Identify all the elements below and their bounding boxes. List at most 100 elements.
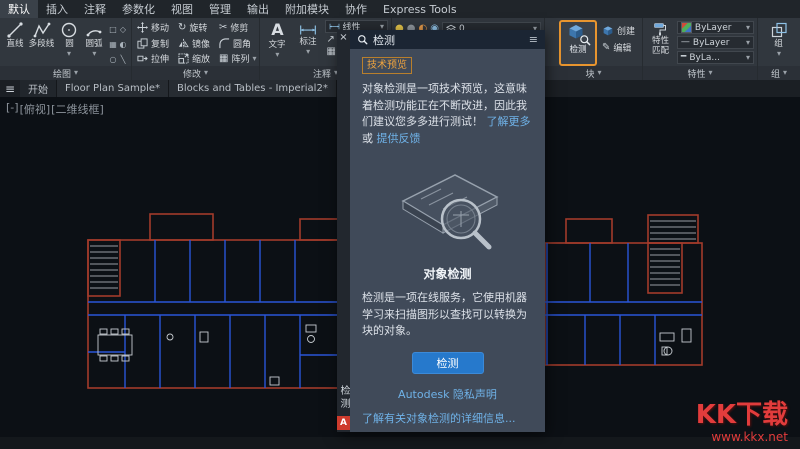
tech-preview-badge: 技术预览 bbox=[362, 57, 412, 74]
file-tab-start[interactable]: 开始 bbox=[20, 80, 57, 97]
palette-content: 技术预览 对象检测是一项技术预览，这意味着检测功能正在不断改进，因此我们建议您多… bbox=[350, 49, 545, 432]
match-properties-button[interactable]: 特性 匹配 bbox=[646, 19, 675, 65]
fillet-icon bbox=[219, 38, 230, 49]
tool-label: 阵列 bbox=[231, 52, 249, 65]
chevron-down-icon: ▾ bbox=[746, 54, 750, 62]
lineweight-dropdown[interactable]: ━ ByLa... ▾ bbox=[677, 51, 754, 64]
blueprint-illustration bbox=[383, 157, 513, 261]
detect-button[interactable]: 检测 bbox=[412, 352, 484, 374]
color-swatch-icon bbox=[681, 22, 692, 33]
object-color-dropdown[interactable]: ByLayer ▾ bbox=[677, 21, 754, 34]
spline-icon[interactable]: ╲ bbox=[118, 52, 128, 67]
linetype-dropdown[interactable]: — ByLayer ▾ bbox=[677, 36, 754, 49]
stretch-icon bbox=[137, 53, 148, 64]
mirror-tool-button[interactable]: 镜像 bbox=[176, 36, 217, 52]
array-icon: ▦ bbox=[219, 54, 228, 64]
move-tool-button[interactable]: 移动 bbox=[135, 20, 176, 36]
file-tab-label: Floor Plan Sample* bbox=[65, 83, 160, 94]
ribbon-tab-default[interactable]: 默认 bbox=[0, 0, 38, 18]
palette-menu-icon[interactable]: ≡ bbox=[529, 33, 538, 46]
line-tool-button[interactable]: 直线 bbox=[3, 19, 26, 65]
learn-more-link[interactable]: 了解更多 bbox=[487, 115, 531, 128]
viewport-visual-style-control[interactable]: [二维线框] bbox=[51, 101, 104, 117]
file-tab-floor-plan-sample[interactable]: Floor Plan Sample* bbox=[57, 80, 169, 97]
chevron-down-icon: ▾ bbox=[92, 50, 96, 58]
viewport-menu-control[interactable]: [-] bbox=[6, 101, 19, 117]
tool-label: 直线 bbox=[6, 39, 23, 49]
trim-icon: ✂ bbox=[219, 23, 227, 33]
detect-icon bbox=[567, 23, 589, 45]
ribbon-tab-manage[interactable]: 管理 bbox=[201, 0, 239, 18]
table-icon: ▦ bbox=[327, 47, 336, 57]
panel-title: 绘图 bbox=[53, 67, 71, 80]
panel-group: 组 ▾ 组 ▾ bbox=[758, 18, 800, 80]
tool-label: 圆角 bbox=[233, 37, 251, 50]
create-block-button[interactable]: 创建 bbox=[602, 24, 635, 37]
array-tool-button[interactable]: ▦阵列▾ bbox=[217, 51, 258, 67]
panel-label-draw[interactable]: 绘图 ▾ bbox=[0, 66, 131, 80]
panel-label-properties[interactable]: 特性 ▾ bbox=[643, 66, 757, 80]
chevron-down-icon: ▾ bbox=[67, 50, 71, 58]
autodesk-logo: A bbox=[337, 416, 350, 430]
viewport-controls: [-] [俯视] [二维线框] bbox=[6, 101, 104, 117]
tool-label: 创建 bbox=[617, 24, 635, 37]
dimension-tool-button[interactable]: 标注 ▾ bbox=[294, 19, 323, 65]
palette-description: 检测是一项在线服务，它使用机器学习来扫描图形以查找可以转换为块的对象。 bbox=[362, 290, 533, 340]
ribbon-tab-collaborate[interactable]: 协作 bbox=[337, 0, 375, 18]
stretch-tool-button[interactable]: 拉伸 bbox=[135, 51, 176, 67]
privacy-statement-link[interactable]: Autodesk 隐私声明 bbox=[398, 388, 497, 401]
circle-tool-button[interactable]: 圆 ▾ bbox=[57, 19, 80, 65]
watermark: KK下载 www.kkx.net bbox=[696, 402, 788, 444]
fillet-tool-button[interactable]: 圆角 bbox=[217, 36, 258, 52]
palette-grip-bar[interactable]: × 检测 A bbox=[337, 30, 350, 432]
chevron-down-icon: ▾ bbox=[306, 48, 310, 56]
ribbon-tab-express-tools[interactable]: Express Tools bbox=[375, 0, 465, 18]
group-tool-button[interactable]: 组 ▾ bbox=[762, 19, 796, 65]
ribbon-tab-output[interactable]: 输出 bbox=[239, 0, 277, 18]
chevron-down-icon: ▾ bbox=[777, 50, 781, 58]
arc-tool-button[interactable]: 圆弧 ▾ bbox=[83, 19, 106, 65]
file-menu-icon[interactable]: ≡ bbox=[0, 80, 20, 97]
rectangle-icon[interactable]: □ bbox=[108, 22, 118, 37]
chevron-down-icon: ▾ bbox=[746, 24, 750, 32]
panel-label-block[interactable]: 块 ▾ bbox=[545, 66, 642, 80]
ribbon-tab-annotate[interactable]: 注释 bbox=[76, 0, 114, 18]
palette-header: 检测 ≡ bbox=[350, 30, 545, 49]
file-tab-blocks-and-tables[interactable]: Blocks and Tables - Imperial2* bbox=[169, 80, 337, 97]
or-text: 或 bbox=[362, 132, 373, 145]
chevron-down-icon: ▾ bbox=[204, 69, 208, 77]
viewport-view-control[interactable]: [俯视] bbox=[20, 101, 51, 117]
edit-icon: ✎ bbox=[602, 43, 610, 53]
rotate-icon: ↻ bbox=[178, 23, 186, 33]
ribbon-tab-view[interactable]: 视图 bbox=[163, 0, 201, 18]
ribbon-tab-parametric[interactable]: 参数化 bbox=[114, 0, 163, 18]
edit-block-button[interactable]: ✎ 编辑 bbox=[602, 41, 635, 54]
copy-icon bbox=[137, 38, 148, 49]
palette-heading: 对象检测 bbox=[362, 265, 533, 282]
leader-icon: ↗ bbox=[327, 35, 335, 45]
text-tool-button[interactable]: A 文字 ▾ bbox=[263, 19, 292, 65]
tool-label: 拉伸 bbox=[151, 52, 169, 65]
rotate-tool-button[interactable]: ↻旋转 bbox=[176, 20, 217, 36]
scale-tool-button[interactable]: 缩放 bbox=[176, 51, 217, 67]
ribbon-tab-addins[interactable]: 附加模块 bbox=[277, 0, 337, 18]
hatch-icon[interactable]: ▦ bbox=[108, 37, 118, 52]
trim-tool-button[interactable]: ✂修剪 bbox=[217, 20, 258, 36]
tool-label: 文字 bbox=[269, 40, 286, 50]
panel-label-modify[interactable]: 修改 ▾ bbox=[132, 66, 259, 80]
ellipse-icon[interactable]: ○ bbox=[108, 52, 118, 67]
feedback-link[interactable]: 提供反馈 bbox=[377, 132, 421, 145]
polygon-icon[interactable]: ◇ bbox=[118, 22, 128, 37]
ribbon-tab-insert[interactable]: 插入 bbox=[38, 0, 76, 18]
detect-palette: × 检测 A 检测 ≡ 技术预览 对象检测是一项技术预览，这意味着检测功能正在不… bbox=[337, 30, 545, 432]
color-value: ByLayer bbox=[695, 23, 732, 33]
gradient-icon[interactable]: ◐ bbox=[118, 37, 128, 52]
detect-tool-button[interactable]: 检测 bbox=[559, 20, 597, 66]
palette-close-button[interactable]: × bbox=[339, 30, 347, 45]
polyline-tool-button[interactable]: 多段线 bbox=[28, 19, 55, 65]
detection-info-link[interactable]: 了解有关对象检测的详细信息... bbox=[362, 412, 516, 425]
create-block-icon bbox=[602, 25, 614, 37]
copy-tool-button[interactable]: 复制 bbox=[135, 36, 176, 52]
panel-label-group[interactable]: 组 ▾ bbox=[758, 66, 800, 80]
scale-icon bbox=[178, 53, 189, 64]
